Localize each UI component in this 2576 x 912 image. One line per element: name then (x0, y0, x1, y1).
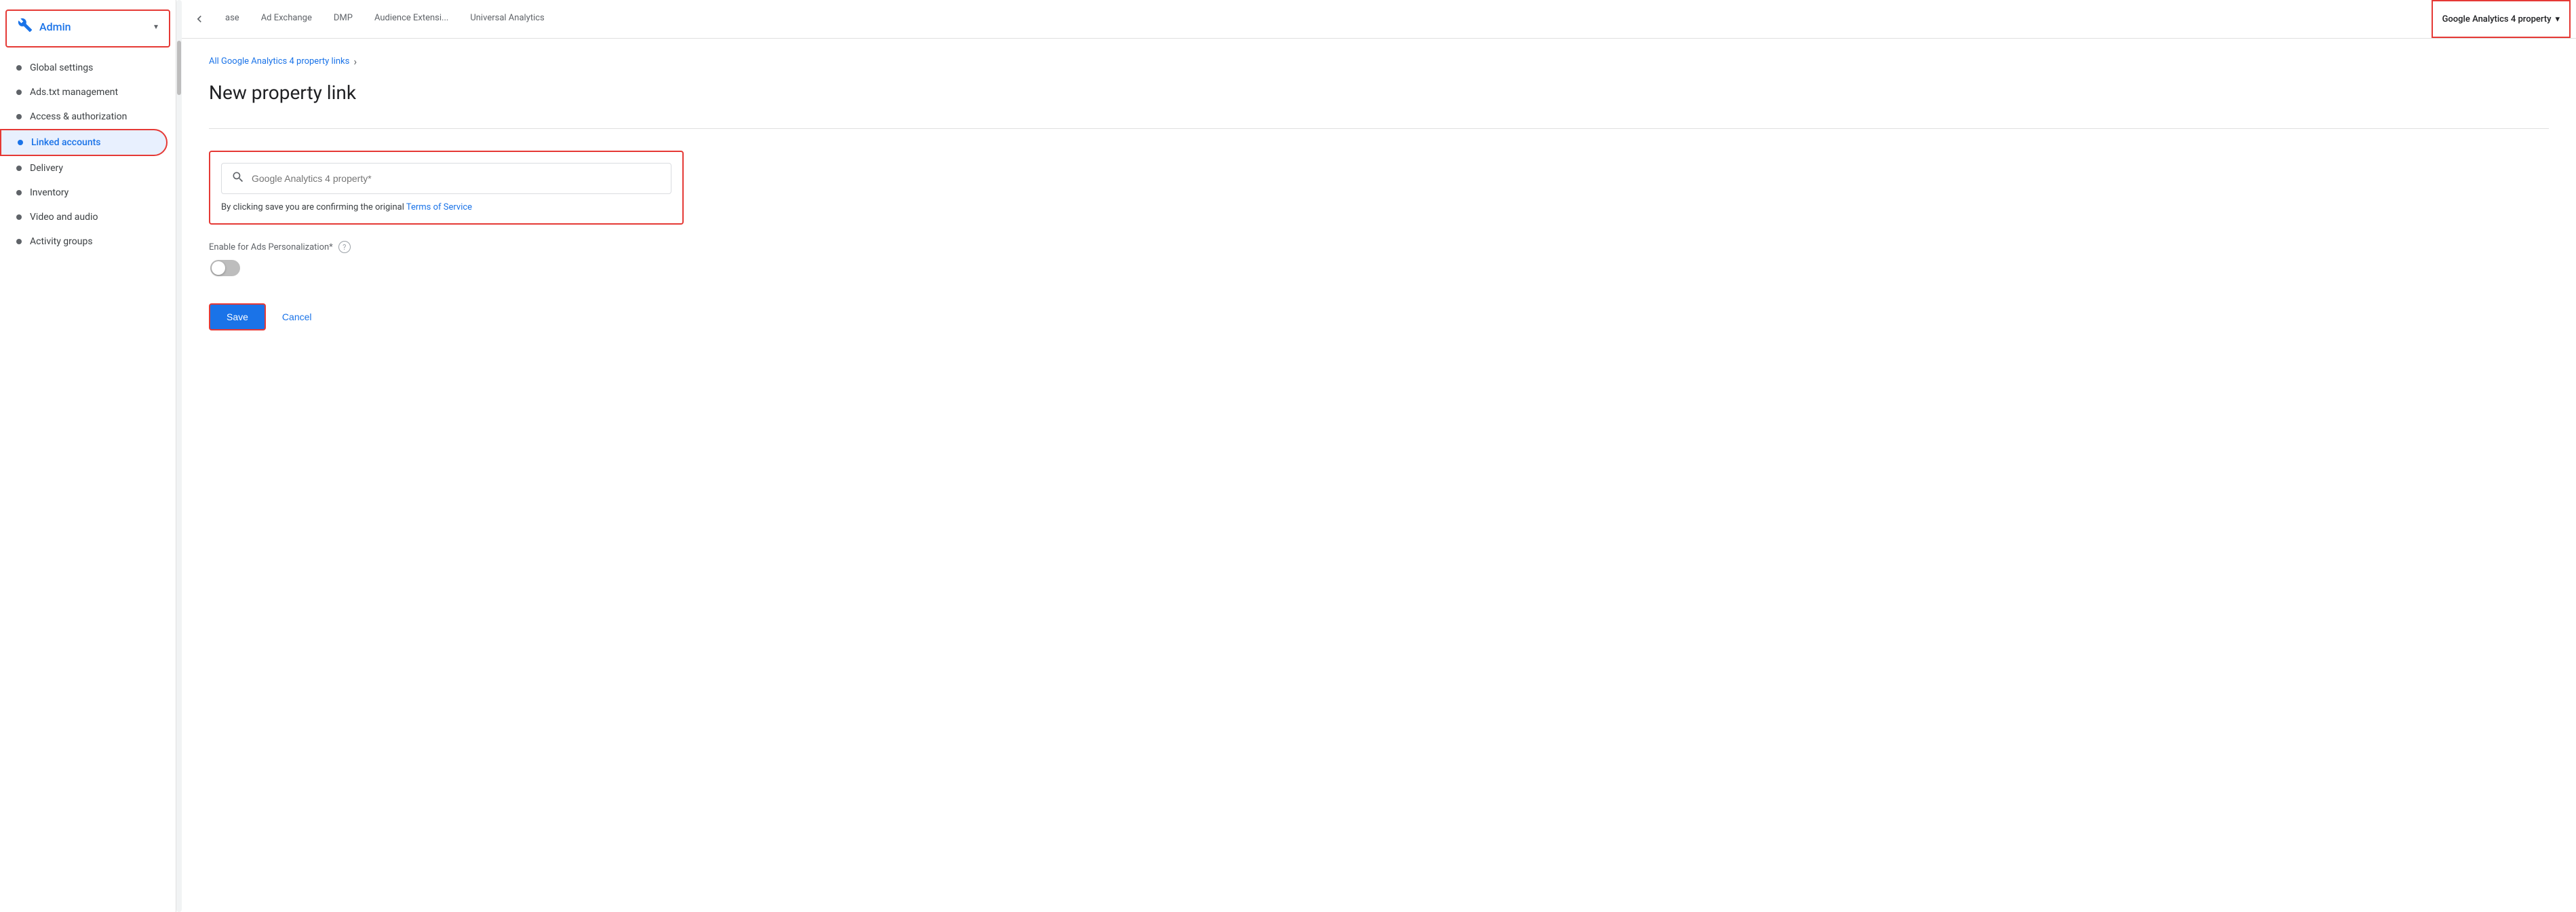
admin-wrench-icon (18, 18, 33, 35)
sidebar-dot-active (18, 140, 23, 145)
sidebar-item-label: Access & authorization (30, 111, 127, 122)
top-nav: ase Ad Exchange DMP Audience Extensi... … (182, 0, 2576, 39)
back-button[interactable] (187, 7, 212, 31)
sidebar-item-video-audio[interactable]: Video and audio (0, 205, 168, 229)
breadcrumb-link[interactable]: All Google Analytics 4 property links (209, 56, 349, 66)
sidebar-dot (16, 190, 22, 195)
tab-ase[interactable]: ase (214, 0, 250, 38)
sidebar-item-global-settings[interactable]: Global settings (0, 56, 168, 80)
search-input[interactable] (252, 173, 661, 184)
tab-audience-extensi[interactable]: Audience Extensi... (364, 0, 459, 38)
cancel-button[interactable]: Cancel (277, 305, 317, 329)
search-box (221, 163, 671, 194)
sidebar-item-inventory[interactable]: Inventory (0, 180, 168, 205)
sidebar-item-access-auth[interactable]: Access & authorization (0, 104, 168, 129)
tab-universal-analytics[interactable]: Universal Analytics (459, 0, 555, 38)
sidebar-dot (16, 214, 22, 220)
search-icon (231, 170, 245, 187)
sidebar-dot (16, 65, 22, 71)
sidebar-item-label: Ads.txt management (30, 87, 118, 98)
sidebar-item-linked-accounts[interactable]: Linked accounts (0, 129, 168, 156)
page-content: All Google Analytics 4 property links › … (182, 39, 2576, 912)
tab-ad-exchange[interactable]: Ad Exchange (250, 0, 323, 38)
sidebar-dot (16, 90, 22, 95)
property-link-form: By clicking save you are confirming the … (209, 151, 684, 225)
help-icon[interactable]: ? (338, 241, 351, 253)
sidebar-item-label: Delivery (30, 163, 63, 174)
breadcrumb: All Google Analytics 4 property links › (209, 55, 2549, 68)
ads-personalization-toggle[interactable] (210, 260, 240, 276)
admin-dropdown-arrow: ▾ (154, 22, 158, 31)
admin-header[interactable]: Admin ▾ (5, 10, 170, 48)
ads-personalization-label: Enable for Ads Personalization* ? (209, 241, 2549, 253)
chevron-down-icon: ▾ (2555, 14, 2560, 24)
sidebar-item-activity-groups[interactable]: Activity groups (0, 229, 168, 254)
breadcrumb-separator: › (353, 55, 357, 68)
sidebar-dot (16, 114, 22, 119)
sidebar-item-label: Global settings (30, 62, 93, 73)
divider (209, 128, 2549, 129)
sidebar-dot (16, 239, 22, 244)
sidebar: Admin ▾ Global settings Ads.txt manageme… (0, 0, 176, 912)
tab-dmp[interactable]: DMP (323, 0, 364, 38)
admin-title: Admin (39, 20, 71, 33)
sidebar-item-ads-txt[interactable]: Ads.txt management (0, 80, 168, 104)
tos-text: By clicking save you are confirming the … (221, 202, 671, 212)
save-button[interactable]: Save (209, 303, 266, 330)
sidebar-scrollbar (176, 0, 182, 912)
sidebar-item-label: Video and audio (30, 212, 98, 223)
tos-link[interactable]: Terms of Service (406, 202, 472, 212)
ads-personalization-section: Enable for Ads Personalization* ? (209, 241, 2549, 276)
main-content: ase Ad Exchange DMP Audience Extensi... … (182, 0, 2576, 912)
toggle-knob (212, 261, 225, 275)
page-title: New property link (209, 81, 2549, 104)
sidebar-item-label: Inventory (30, 187, 69, 198)
sidebar-dot (16, 166, 22, 171)
sidebar-item-delivery[interactable]: Delivery (0, 156, 168, 180)
tab-ga4-property-dropdown[interactable]: Google Analytics 4 property ▾ (2432, 0, 2571, 38)
form-actions: Save Cancel (209, 303, 2549, 330)
sidebar-item-label: Activity groups (30, 236, 93, 247)
sidebar-scrollbar-thumb (177, 41, 181, 95)
sidebar-item-label: Linked accounts (31, 137, 101, 148)
